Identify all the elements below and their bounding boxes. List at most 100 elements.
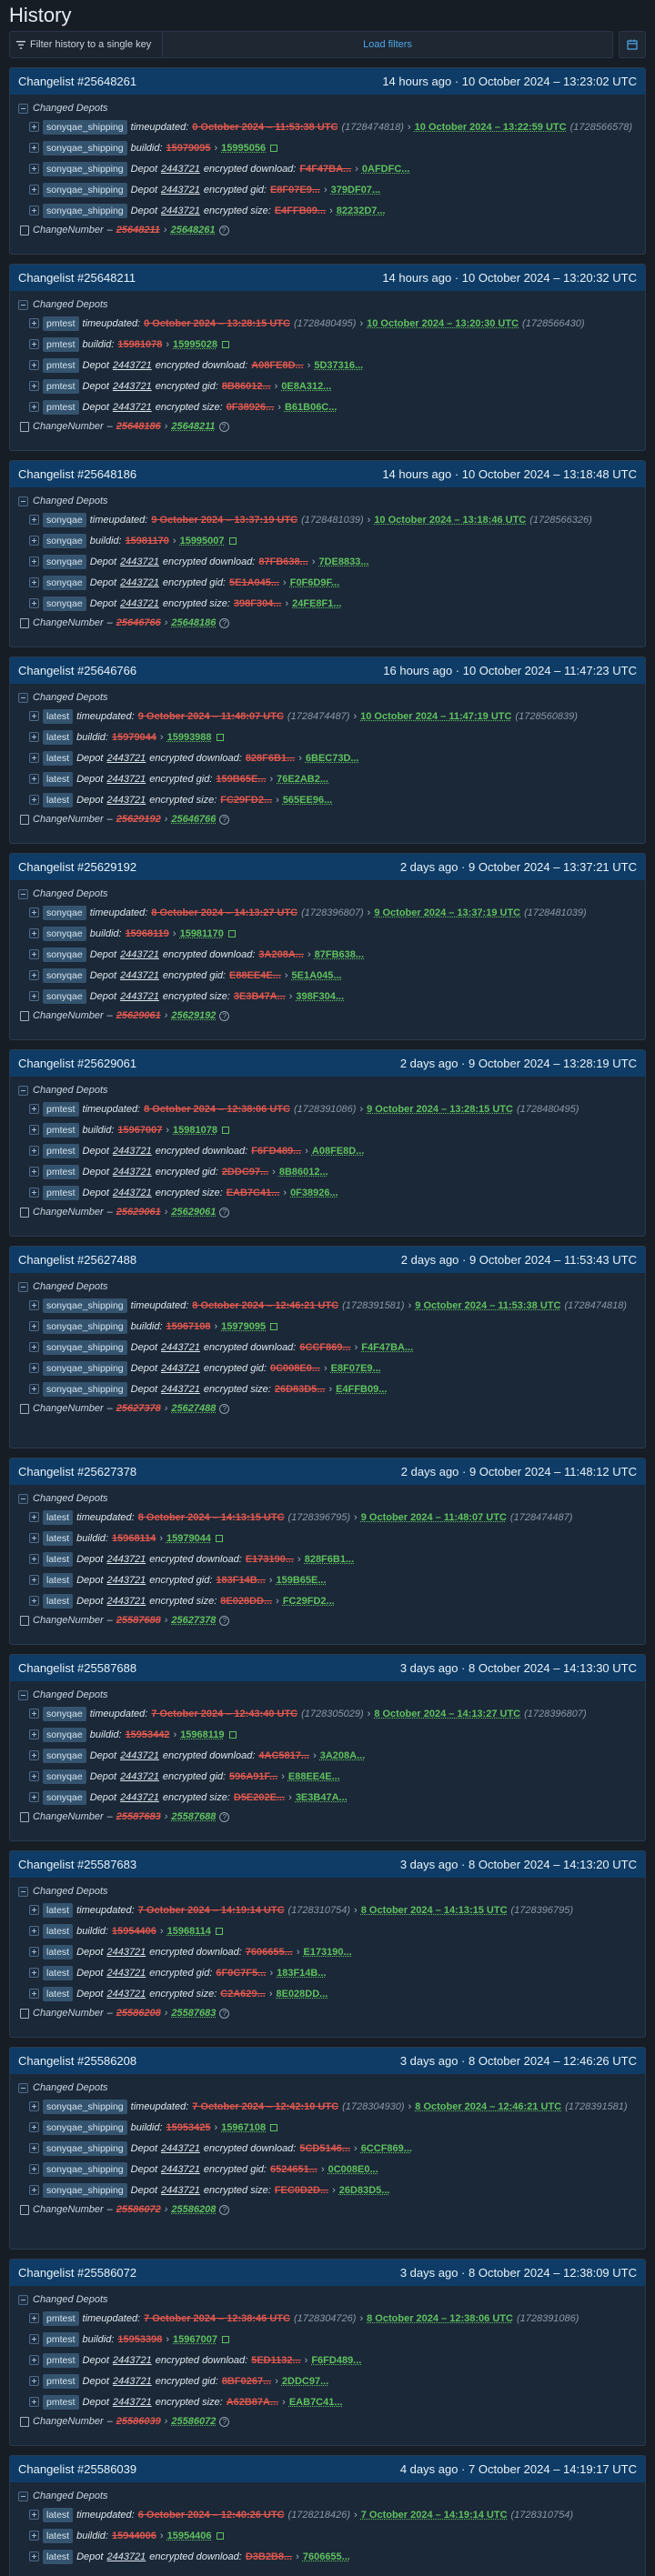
expand-icon[interactable] (29, 556, 39, 566)
help-icon[interactable]: ? (219, 1207, 230, 1218)
expand-icon[interactable] (29, 1729, 39, 1739)
new-value[interactable]: 15967007 (173, 2331, 217, 2348)
expand-icon[interactable] (29, 185, 39, 195)
changed-depots-heading[interactable]: Changed Depots (18, 2291, 637, 2308)
expand-icon[interactable] (29, 1709, 39, 1719)
help-icon[interactable]: ? (218, 421, 229, 432)
expand-icon[interactable] (29, 164, 39, 174)
expand-icon[interactable] (29, 1533, 39, 1543)
new-value[interactable]: 8E028DD... (276, 1986, 328, 2002)
expand-icon[interactable] (29, 1300, 39, 1310)
expand-icon[interactable] (29, 753, 39, 763)
expand-icon[interactable] (29, 1342, 39, 1352)
new-value[interactable]: 9 October 2024 – 13:28:15 UTC (367, 1101, 513, 1118)
expand-icon[interactable] (29, 1575, 39, 1585)
new-value[interactable]: 159B65E... (277, 1572, 327, 1589)
expand-icon[interactable] (29, 1596, 39, 1606)
expand-icon[interactable] (29, 1968, 39, 1978)
help-icon[interactable]: ? (219, 2204, 230, 2215)
new-value[interactable]: E88EE4E... (288, 1769, 340, 1785)
new-change-number[interactable]: 25648261 (171, 225, 216, 236)
new-value[interactable]: 10 October 2024 – 13:18:46 UTC (374, 512, 526, 528)
new-value[interactable]: 183F14B... (277, 1965, 326, 1981)
expand-icon[interactable] (29, 515, 39, 525)
depot-id[interactable]: 2443721 (120, 575, 159, 591)
expand-icon[interactable] (29, 2122, 39, 2132)
changed-depots-heading[interactable]: Changed Depots (18, 886, 637, 902)
expand-icon[interactable] (29, 2531, 39, 2541)
collapse-icon[interactable] (18, 888, 28, 899)
new-value[interactable]: EAB7C41... (289, 2394, 343, 2411)
collapse-icon[interactable] (18, 2294, 28, 2305)
new-value[interactable]: 8 October 2024 – 12:46:21 UTC (415, 2099, 561, 2115)
changed-depots-heading[interactable]: Changed Depots (18, 1278, 637, 1295)
new-value[interactable]: 15981170 (180, 926, 224, 942)
new-value[interactable]: 3E3B47A... (296, 1789, 348, 1806)
expand-icon[interactable] (29, 1750, 39, 1760)
changelist-title[interactable]: Changelist #25629192 (18, 860, 136, 874)
new-change-number[interactable]: 25629192 (171, 1010, 216, 1021)
help-icon[interactable]: ? (219, 1811, 230, 1822)
depot-id[interactable]: 2443721 (106, 2549, 146, 2565)
new-value[interactable]: 15979044 (166, 1530, 211, 1547)
expand-icon[interactable] (29, 143, 39, 153)
new-value[interactable]: 8 October 2024 – 14:13:15 UTC (361, 1902, 508, 1919)
collapse-icon[interactable] (18, 1493, 28, 1504)
new-value[interactable]: 9 October 2024 – 11:48:07 UTC (361, 1509, 507, 1526)
expand-icon[interactable] (29, 2143, 39, 2153)
changelist-title[interactable]: Changelist #25629061 (18, 1057, 136, 1070)
depot-id[interactable]: 2443721 (161, 1339, 200, 1356)
new-value[interactable]: F4F47BA... (361, 1339, 413, 1356)
depot-id[interactable]: 2443721 (120, 947, 159, 963)
copy-icon[interactable] (270, 2123, 278, 2131)
depot-id[interactable]: 2443721 (161, 2182, 200, 2199)
changelist-title[interactable]: Changelist #25648261 (18, 75, 136, 88)
expand-icon[interactable] (29, 1384, 39, 1394)
changelist-title[interactable]: Changelist #25587688 (18, 1661, 136, 1675)
new-value[interactable]: E173190... (303, 1944, 351, 1960)
copy-icon[interactable] (221, 1126, 229, 1134)
new-value[interactable]: 15968114 (167, 1923, 211, 1940)
collapse-icon[interactable] (18, 2491, 28, 2501)
expand-icon[interactable] (29, 598, 39, 608)
new-value[interactable]: 7 October 2024 – 14:19:14 UTC (361, 2507, 508, 2523)
depot-id[interactable]: 2443721 (161, 203, 200, 219)
depot-id[interactable]: 2443721 (113, 378, 152, 395)
new-value[interactable]: 15995056 (221, 140, 266, 156)
changelist-title[interactable]: Changelist #25646766 (18, 664, 136, 677)
expand-icon[interactable] (29, 381, 39, 391)
changed-depots-heading[interactable]: Changed Depots (18, 689, 637, 706)
new-value[interactable]: 828F6B1... (305, 1551, 354, 1568)
expand-icon[interactable] (29, 402, 39, 412)
collapse-icon[interactable] (18, 2082, 28, 2093)
collapse-icon[interactable] (18, 1085, 28, 1096)
changed-depots-heading[interactable]: Changed Depots (18, 296, 637, 313)
depot-id[interactable]: 2443721 (120, 1789, 159, 1806)
expand-icon[interactable] (29, 2101, 39, 2111)
copy-icon[interactable] (228, 1730, 237, 1739)
changelist-title[interactable]: Changelist #25648186 (18, 467, 136, 481)
changed-depots-heading[interactable]: Changed Depots (18, 100, 637, 116)
expand-icon[interactable] (29, 970, 39, 980)
new-value[interactable]: 6BEC73D... (306, 750, 359, 767)
new-value[interactable]: 26D83D5... (339, 2182, 390, 2199)
copy-icon[interactable] (216, 2531, 224, 2540)
new-change-number[interactable]: 25627378 (171, 1615, 216, 1626)
depot-id[interactable]: 2443721 (161, 161, 200, 177)
new-value[interactable]: E4FFB09... (336, 1381, 387, 1398)
new-value[interactable]: 2DDC97... (282, 2373, 328, 2390)
new-value[interactable]: 15979095 (221, 1318, 266, 1335)
new-value[interactable]: 9 October 2024 – 13:37:19 UTC (374, 905, 520, 921)
new-change-number[interactable]: 25648186 (171, 617, 216, 628)
depot-id[interactable]: 2443721 (120, 988, 159, 1005)
expand-icon[interactable] (29, 2334, 39, 2344)
new-value[interactable]: 15993988 (167, 729, 212, 746)
expand-icon[interactable] (29, 1947, 39, 1957)
expand-icon[interactable] (29, 1321, 39, 1331)
depot-id[interactable]: 2443721 (106, 771, 146, 787)
expand-icon[interactable] (29, 1905, 39, 1915)
depot-id[interactable]: 2443721 (120, 967, 159, 984)
new-value[interactable]: 8 October 2024 – 12:38:06 UTC (367, 2310, 513, 2327)
expand-icon[interactable] (29, 949, 39, 959)
new-change-number[interactable]: 25587688 (171, 1811, 216, 1822)
